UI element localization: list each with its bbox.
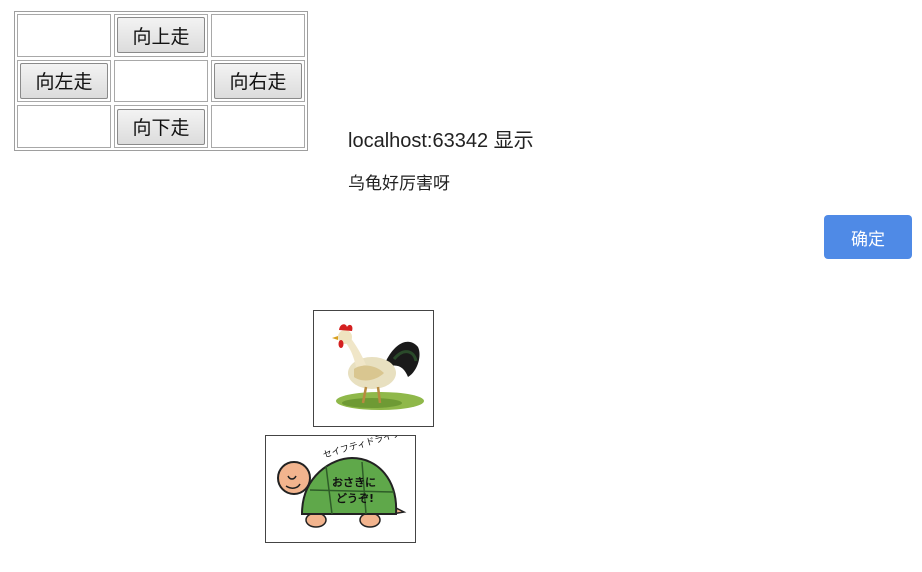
table-cell-down: 向下走 xyxy=(114,105,208,148)
move-right-button[interactable]: 向右走 xyxy=(214,62,302,99)
table-cell-empty xyxy=(211,14,305,57)
table-cell-empty xyxy=(17,14,111,57)
alert-title: localhost:63342 显示 xyxy=(348,130,534,152)
move-left-button[interactable]: 向左走 xyxy=(20,62,108,99)
alert-message: 乌龟好厉害呀 xyxy=(348,174,450,194)
ok-button[interactable]: 确定 xyxy=(824,215,912,259)
turtle-image: セイフティドライブ おさきに どうぞ! xyxy=(265,435,416,543)
turtle-sign-text-3: どうぞ! xyxy=(336,492,374,505)
table-cell-up: 向上走 xyxy=(114,14,208,57)
turtle-icon: セイフティドライブ おさきに どうぞ! xyxy=(277,436,407,528)
turtle-sign-text-1: セイフティドライブ xyxy=(322,436,403,461)
rooster-image xyxy=(313,310,434,427)
move-up-button[interactable]: 向上走 xyxy=(117,17,205,54)
turtle-sign-text-2: おさきに xyxy=(332,476,376,489)
direction-control-table: 向上走 向左走 向右走 向下走 xyxy=(14,11,308,151)
table-cell-empty xyxy=(17,105,111,148)
table-cell-empty xyxy=(114,59,208,103)
table-cell-left: 向左走 xyxy=(17,59,111,103)
rooster-icon xyxy=(332,324,424,410)
table-cell-right: 向右走 xyxy=(211,59,305,103)
page: 向上走 向左走 向右走 向下走 localhost:63342 显示 乌龟好厉害… xyxy=(0,0,922,572)
table-cell-empty xyxy=(211,105,305,148)
move-down-button[interactable]: 向下走 xyxy=(117,108,205,145)
